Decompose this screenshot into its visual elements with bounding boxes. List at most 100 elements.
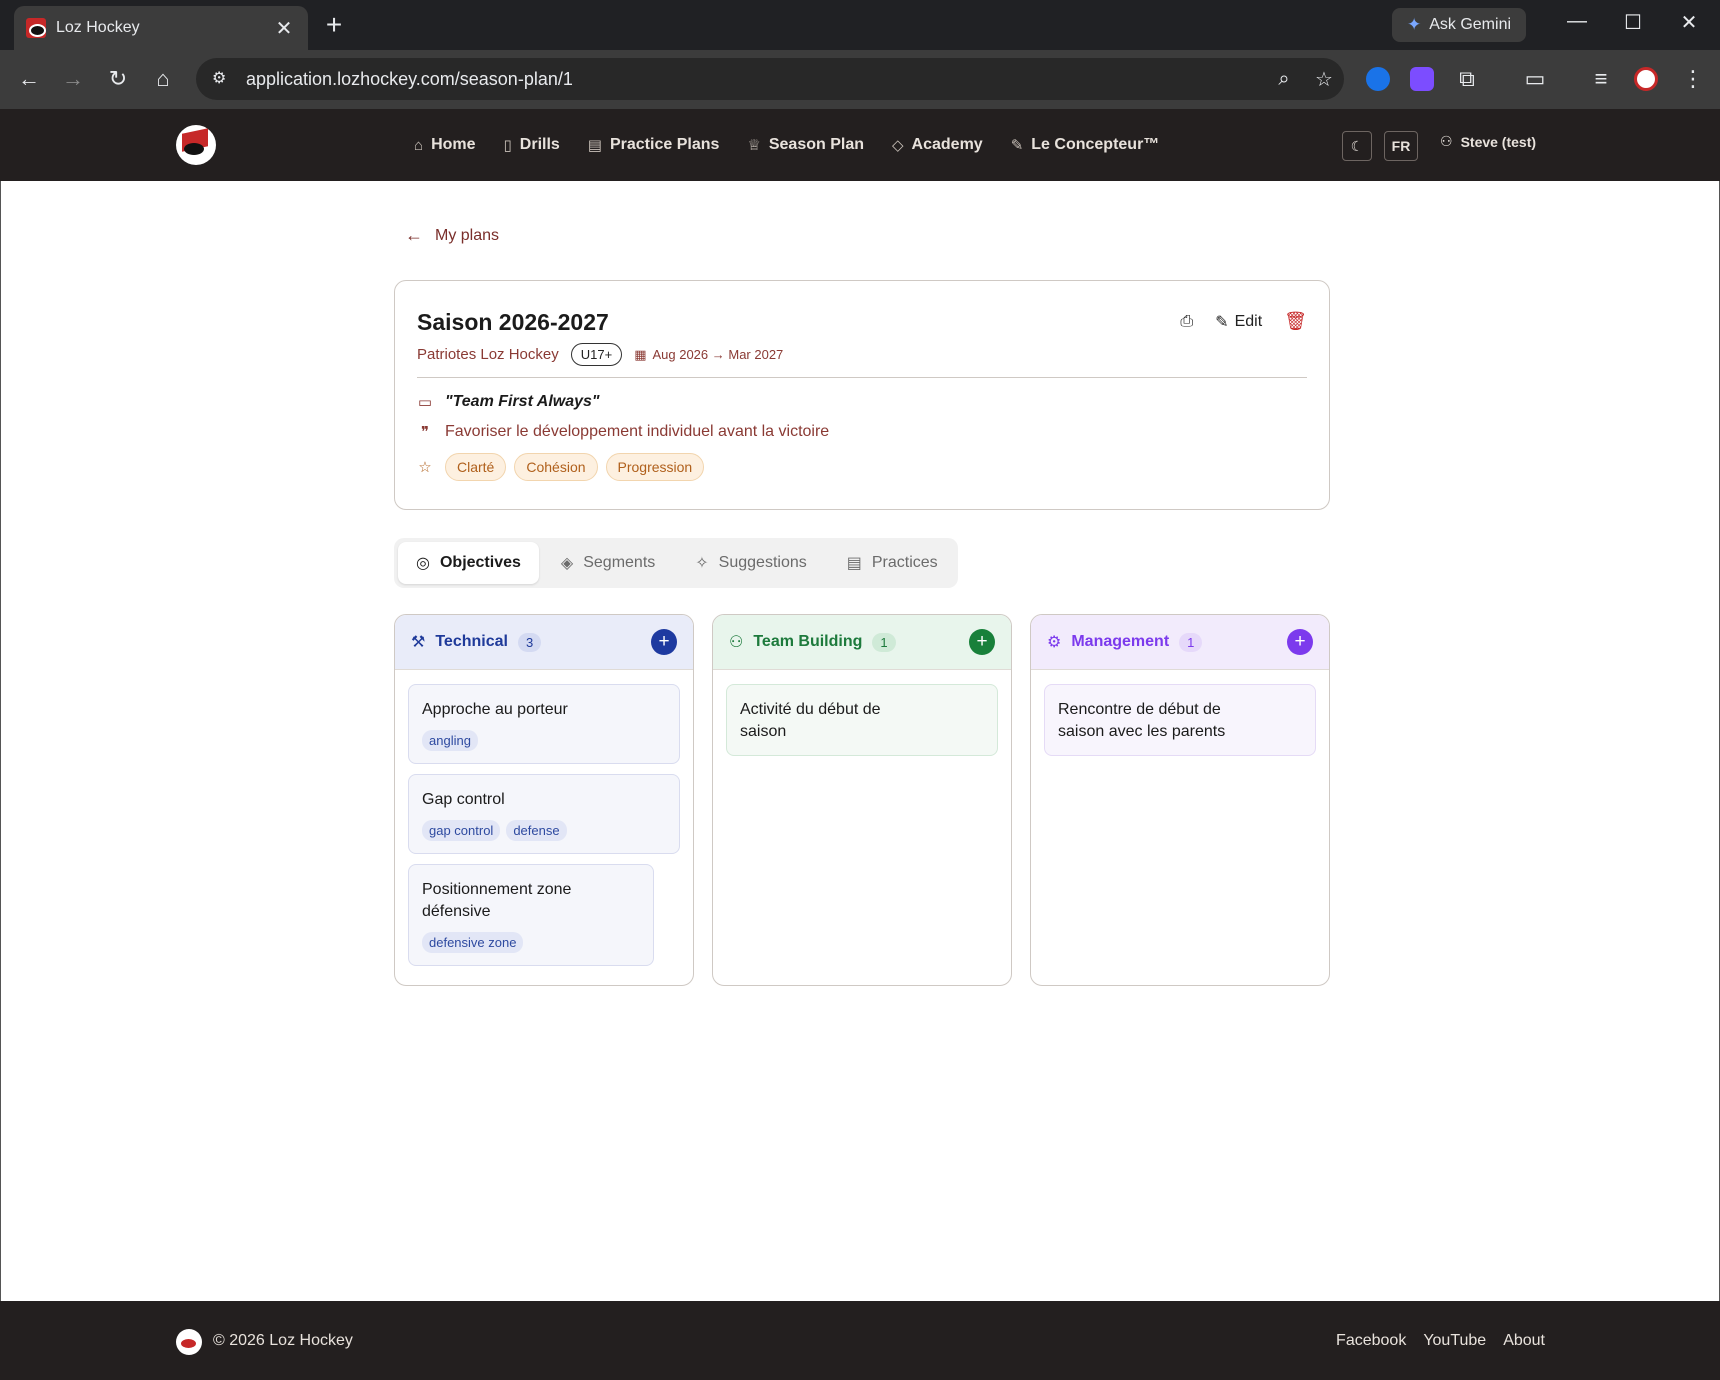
tag: gap control (422, 820, 501, 841)
tag: defensive zone (422, 932, 524, 953)
delete-button[interactable]: 🗑 (1284, 311, 1307, 332)
moon-icon: ☾ (1350, 137, 1364, 154)
target-icon: ◎ (416, 555, 430, 572)
values-row: ☆ Clarté Cohésion Progression (417, 453, 705, 481)
loz-hockey-logo[interactable] (176, 125, 216, 165)
footer-links: Facebook YouTube About (1336, 1332, 1545, 1350)
nav-academy-label: Academy (911, 136, 983, 153)
print-button[interactable]: ⎙ (1180, 313, 1193, 331)
plan-actions: ⎙ ✎ Edit 🗑 (1180, 311, 1307, 332)
ask-gemini-button[interactable]: ✦ Ask Gemini (1392, 8, 1526, 42)
tag-row: defensive zone (422, 932, 640, 953)
objective-card[interactable]: Gap control gap control defense (408, 774, 680, 854)
value-pill: Clarté (445, 453, 507, 481)
minimize-icon[interactable]: — (1562, 10, 1592, 33)
media-control-icon[interactable]: ≡ (1586, 64, 1616, 94)
quote-icon: ❞ (420, 424, 430, 441)
objective-title: Rencontre de début de saison avec les pa… (1058, 701, 1226, 740)
extension-icon[interactable] (1366, 67, 1390, 91)
nav-practice-plans[interactable]: ▤ Practice Plans (588, 136, 720, 154)
tab-suggestions[interactable]: ✧ Suggestions (677, 542, 824, 584)
management-icon: ⚙ (1047, 634, 1062, 651)
message-icon: ▭ (417, 394, 433, 411)
home-browser-icon[interactable]: ⌂ (148, 64, 178, 94)
add-team-building-objective-button[interactable]: + (969, 629, 995, 655)
address-bar[interactable]: ⚙ application.lozhockey.com/season-plan/… (196, 58, 1344, 100)
nav-drills[interactable]: ▯ Drills (504, 136, 560, 154)
nav-home-label: Home (431, 136, 476, 153)
user-icon: ⚇ (1440, 133, 1453, 149)
tab-practices-label: Practices (871, 554, 938, 571)
home-icon: ⌂ (414, 136, 424, 154)
team-name: Patriotes Loz Hockey (417, 346, 559, 363)
nav-season-plan[interactable]: ♕ Season Plan (747, 136, 864, 154)
objective-card[interactable]: Approche au porteur angling (408, 684, 680, 764)
tab-objectives-label: Objectives (439, 554, 521, 571)
tab-segments[interactable]: ◈ Segments (543, 542, 673, 584)
user-name: Steve (test) (1460, 133, 1537, 150)
ask-gemini-label: Ask Gemini (1429, 16, 1512, 33)
trash-icon: 🗑 (1284, 311, 1307, 331)
zoom-icon[interactable]: ⌕ (1264, 68, 1304, 91)
nav-home[interactable]: ⌂ Home (414, 136, 476, 154)
new-tab-icon[interactable]: + (320, 10, 348, 40)
user-menu[interactable]: ⚇ Steve (test) (1440, 133, 1536, 150)
close-window-icon[interactable]: ✕ (1674, 10, 1704, 35)
column-title: Technical (435, 633, 508, 650)
objective-title: Activité du début de saison (740, 701, 881, 740)
column-header: ⚒ Technical 3 + (395, 615, 693, 670)
tab-search-icon[interactable]: ▭ (1520, 64, 1550, 94)
plan-meta: Patriotes Loz Hockey U17+ ▦ Aug 2026 → M… (417, 343, 783, 366)
objective-title: Approche au porteur (422, 701, 568, 718)
browser-menu-icon[interactable]: ⋮ (1678, 64, 1708, 94)
column-body: Activité du début de saison (713, 670, 1011, 780)
profile-avatar[interactable] (1634, 67, 1658, 91)
url-text[interactable]: application.lozhockey.com/season-plan/1 (246, 69, 1264, 90)
extensions-puzzle-icon[interactable]: ⧉ (1452, 64, 1482, 94)
bookmark-star-icon[interactable]: ☆ (1304, 67, 1344, 92)
browser-tabbar: Loz Hockey ✕ + ✦ Ask Gemini — ☐ ✕ (0, 0, 1720, 50)
column-count: 3 (517, 632, 542, 652)
card-divider (417, 377, 1307, 378)
season-plan-card: Saison 2026-2027 Patriotes Loz Hockey U1… (394, 280, 1330, 510)
extension-icon[interactable] (1410, 67, 1434, 91)
edit-label: Edit (1234, 312, 1263, 330)
edit-button[interactable]: ✎ Edit (1215, 312, 1262, 332)
column-title: Management (1071, 633, 1170, 650)
users-icon: ⚇ (729, 634, 744, 651)
objective-card[interactable]: Positionnement zone défensive defensive … (408, 864, 654, 966)
column-title: Team Building (753, 633, 863, 650)
close-tab-icon[interactable]: ✕ (272, 16, 296, 41)
footer-logo (176, 1329, 202, 1355)
forward-arrow-icon[interactable]: → (58, 64, 88, 94)
nav-academy[interactable]: ◇ Academy (892, 136, 983, 154)
maximize-icon[interactable]: ☐ (1618, 10, 1648, 35)
add-technical-objective-button[interactable]: + (651, 629, 677, 655)
footer-link-youtube[interactable]: YouTube (1423, 1332, 1486, 1350)
footer-link-about[interactable]: About (1503, 1332, 1545, 1350)
add-management-objective-button[interactable]: + (1287, 629, 1313, 655)
arrow-left-icon: ← (405, 225, 423, 245)
plan-title: Saison 2026-2027 (417, 309, 609, 335)
nav-le-concepteur[interactable]: ✎ Le Concepteur™ (1011, 136, 1160, 154)
philosophy-row: ❞ Favoriser le développement individuel … (417, 423, 829, 441)
objective-card[interactable]: Rencontre de début de saison avec les pa… (1044, 684, 1316, 756)
back-to-my-plans-link[interactable]: ← My plans (405, 225, 499, 246)
language-toggle[interactable]: FR (1384, 131, 1418, 161)
tag: angling (422, 730, 478, 751)
reload-icon[interactable]: ↻ (103, 64, 133, 94)
book-icon: ▯ (503, 137, 512, 154)
plan-philosophy: Favoriser le développement individuel av… (445, 423, 830, 440)
app-footer: © 2026 Loz Hockey Facebook YouTube About (0, 1301, 1720, 1380)
tab-suggestions-label: Suggestions (718, 554, 807, 571)
footer-link-facebook[interactable]: Facebook (1336, 1332, 1406, 1350)
browser-tab[interactable]: Loz Hockey ✕ (14, 6, 308, 50)
sparkles-icon: ✧ (695, 555, 709, 572)
site-info-icon[interactable]: ⚙ (212, 68, 234, 90)
tab-objectives[interactable]: ◎ Objectives (398, 542, 539, 584)
nav-season-plan-label: Season Plan (768, 136, 864, 153)
back-arrow-icon[interactable]: ← (14, 64, 44, 94)
tab-practices[interactable]: ▤ Practices (829, 542, 956, 584)
dark-mode-toggle[interactable]: ☾ (1342, 131, 1372, 161)
objective-card[interactable]: Activité du début de saison (726, 684, 998, 756)
